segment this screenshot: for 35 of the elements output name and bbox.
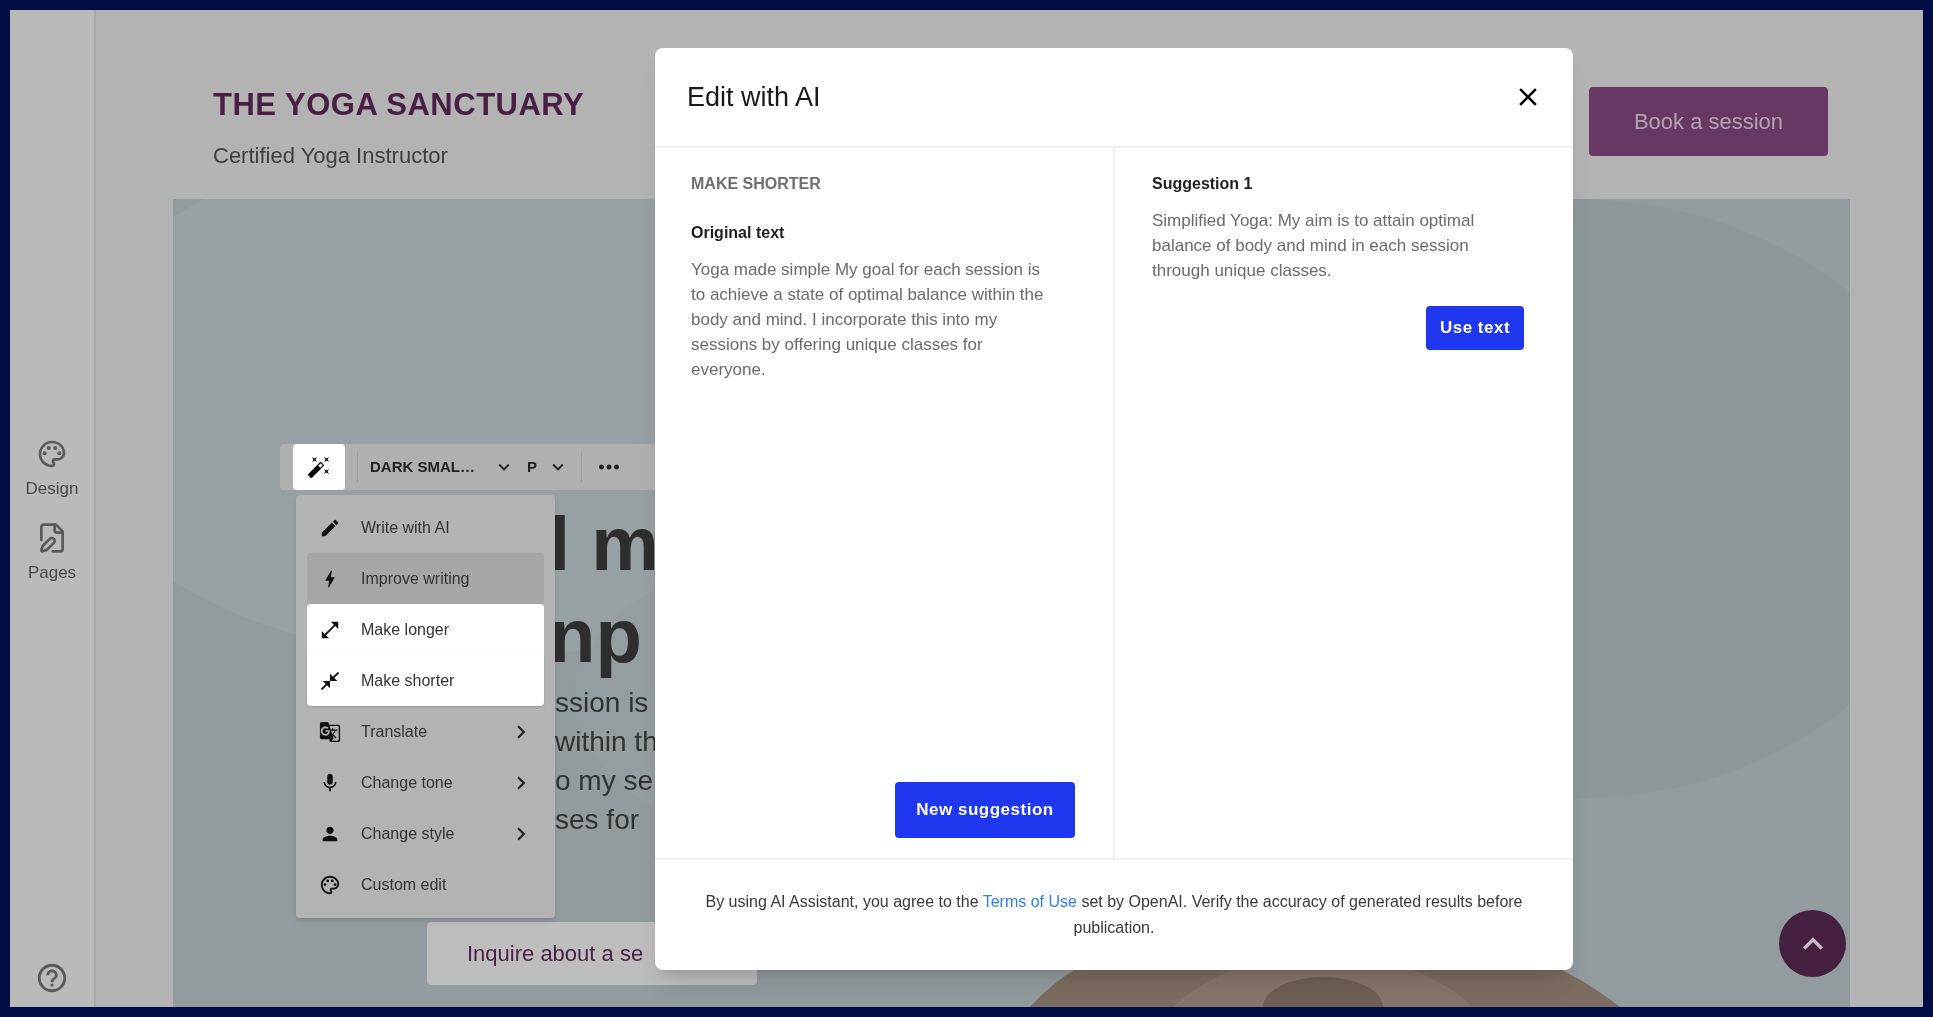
menu-item[interactable]: Custom edit bbox=[307, 859, 544, 910]
collapse-arrows-icon bbox=[319, 669, 341, 692]
menu-item[interactable]: Make longer bbox=[307, 604, 544, 655]
translate-icon bbox=[319, 720, 341, 743]
palette-icon[interactable] bbox=[36, 438, 68, 470]
menu-item[interactable]: Write with AI bbox=[307, 502, 544, 553]
use-text-button[interactable]: Use text bbox=[1426, 306, 1524, 350]
tag-select[interactable]: P bbox=[527, 455, 569, 479]
dialog-title: Edit with AI bbox=[687, 80, 821, 114]
site-title: THE YOGA SANCTUARY bbox=[213, 86, 585, 124]
suggestion-text: Simplified Yoga: My aim is to attain optimal balance of body and mind in each session through unique classes. bbox=[1152, 210, 1476, 282]
palette-icon bbox=[319, 873, 341, 896]
menu-item[interactable]: Change tone bbox=[307, 757, 544, 808]
help-icon[interactable] bbox=[35, 961, 69, 995]
magic-wand-icon bbox=[307, 455, 331, 479]
book-session-button[interactable]: Book a session bbox=[1589, 87, 1828, 156]
ai-wand-button[interactable] bbox=[293, 444, 345, 490]
hero-text: ssion is bbox=[555, 686, 649, 720]
original-label: Original text bbox=[691, 223, 786, 243]
menu-item[interactable]: Improve writing bbox=[307, 553, 544, 604]
terms-link[interactable]: Terms of Use bbox=[982, 893, 1077, 910]
mode-label: MAKE SHORTER bbox=[691, 174, 822, 194]
sidebar-label[interactable]: Pages bbox=[27, 559, 77, 585]
hero-text: o my se bbox=[555, 764, 654, 798]
hero-heading: np bbox=[549, 592, 642, 680]
suggestion-title: Suggestion 1 bbox=[1152, 174, 1254, 194]
menu-item[interactable]: Make shorter bbox=[307, 655, 544, 706]
new-suggestion-button[interactable]: New suggestion bbox=[895, 782, 1075, 838]
hero-text: ses for bbox=[555, 803, 640, 837]
sidebar-label[interactable]: Design bbox=[25, 476, 79, 502]
site-subtitle: Certified Yoga Instructor bbox=[213, 141, 449, 170]
original-text: Yoga made simple My goal for each session is to achieve a state of optimal balance within the body and mind. I incorporate this into my sessions by offering unique classes for everyone. bbox=[691, 259, 1045, 381]
menu-item[interactable]: Translate bbox=[307, 706, 544, 757]
style-select[interactable]: DARK SMAL… bbox=[370, 455, 515, 479]
menu-item[interactable]: Change style bbox=[307, 808, 544, 859]
